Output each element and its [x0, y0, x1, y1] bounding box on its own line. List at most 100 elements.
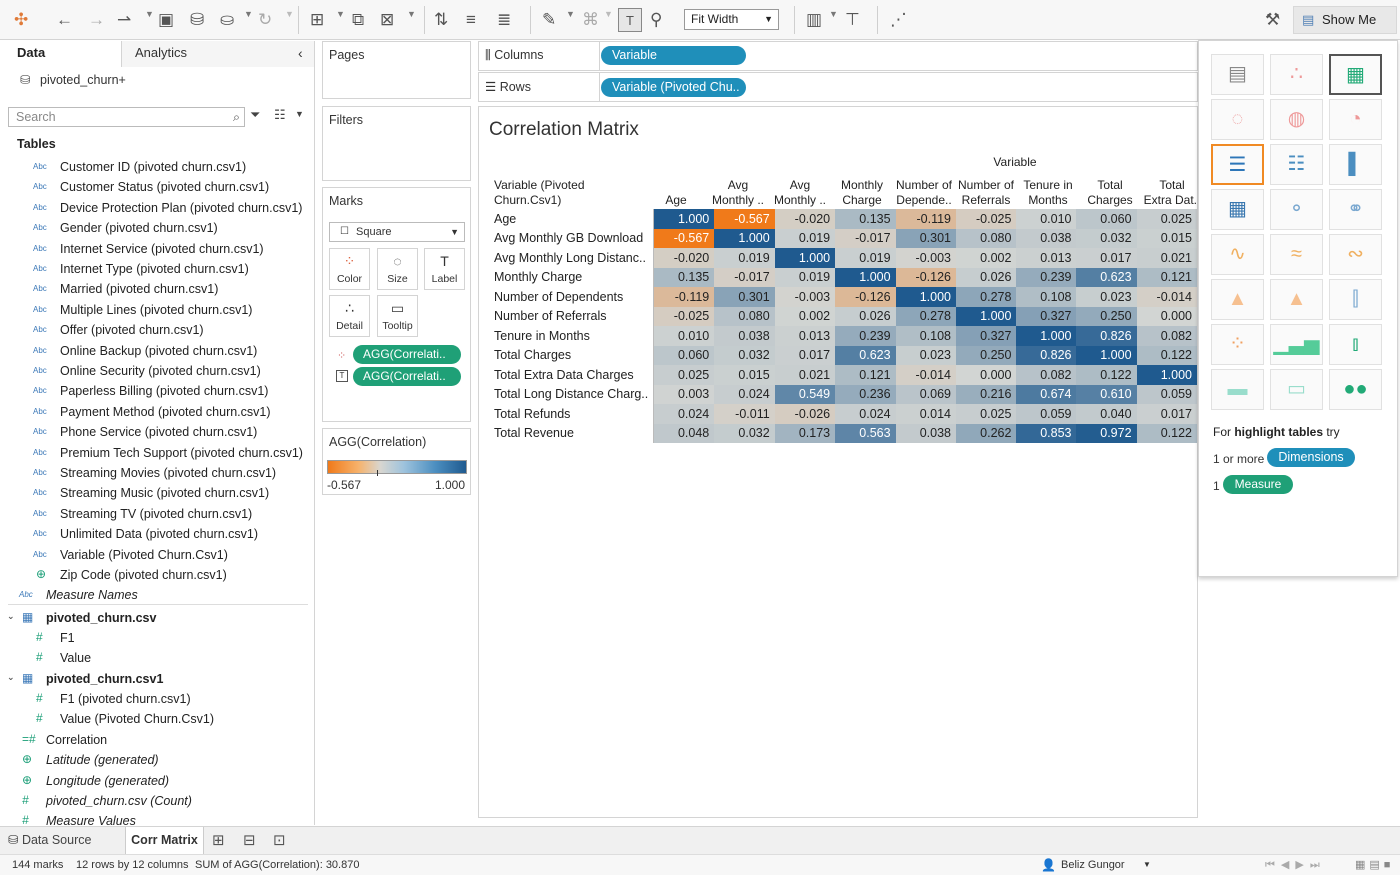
side-circles-icon[interactable]: ⚭ — [1329, 189, 1382, 230]
collapse-icon[interactable]: ‹ — [298, 41, 303, 67]
matrix-cell[interactable]: -0.020 — [653, 248, 715, 268]
detail-button[interactable]: ∴ Detail — [329, 295, 370, 337]
row-label[interactable]: Total Revenue — [487, 423, 655, 443]
matrix-cell[interactable]: 0.019 — [774, 267, 836, 287]
table-row[interactable]: Monthly Charge 0.135 -0.017 0.019 1.000 -0.12… — [487, 267, 1197, 287]
matrix-cell[interactable]: 0.108 — [1016, 287, 1077, 307]
scatter-icon[interactable]: ⁘ — [1211, 324, 1264, 365]
table-row[interactable]: Total Revenue 0.048 0.032 0.173 0.563 0.038 0.… — [487, 423, 1197, 443]
combo-icon[interactable]: ⫿ — [1329, 279, 1382, 320]
matrix-cell[interactable]: 1.000 — [653, 209, 715, 229]
show-me-button[interactable]: ▤ Show Me — [1293, 6, 1397, 34]
matrix-cell[interactable]: 0.002 — [774, 306, 836, 326]
sort-ascending-icon[interactable]: ≡ — [466, 8, 476, 32]
field-value[interactable]: # Value — [36, 650, 91, 665]
discrete-line-icon[interactable]: ∾ — [1329, 234, 1382, 275]
dropdown-icon[interactable]: ▼ — [244, 9, 253, 19]
matrix-cell[interactable]: 0.236 — [835, 384, 896, 404]
column-header[interactable]: Number of Referrals — [955, 178, 1017, 208]
matrix-cell[interactable]: 0.040 — [1076, 404, 1137, 424]
matrix-cell[interactable]: 1.000 — [1016, 326, 1077, 346]
color-legend[interactable]: AGG(Correlation) -0.567 1.000 — [322, 428, 471, 495]
pie-map-icon[interactable]: ◍ — [1270, 99, 1323, 140]
presentation-icon[interactable]: ⊤ — [845, 8, 860, 32]
field-item[interactable]: Abc Unlimited Data (pivoted churn.csv1) — [33, 527, 258, 541]
column-header[interactable]: Age — [645, 178, 707, 208]
matrix-cell[interactable]: -0.011 — [714, 404, 775, 424]
field-item[interactable]: Abc Paperless Billing (pivoted churn.csv1… — [33, 384, 268, 398]
dropdown-icon[interactable]: ▼ — [604, 9, 613, 19]
matrix-cell[interactable]: 0.080 — [714, 306, 775, 326]
matrix-cell[interactable]: 1.000 — [714, 228, 775, 248]
matrix-cell[interactable]: -0.119 — [653, 287, 715, 307]
view-options-icon[interactable]: ☷ — [274, 107, 286, 123]
row-label[interactable]: Number of Dependents — [487, 287, 655, 307]
new-dashboard-icon[interactable]: ⊟ — [243, 831, 256, 849]
column-header[interactable]: Avg Monthly .. — [769, 178, 831, 208]
tooltip-button[interactable]: ▭ Tooltip — [377, 295, 418, 337]
symbol-map-icon[interactable]: ∴ — [1270, 54, 1323, 95]
matrix-cell[interactable]: 0.017 — [1076, 248, 1137, 268]
matrix-cell[interactable]: 0.060 — [1076, 209, 1137, 229]
matrix-cell[interactable]: 0.826 — [1016, 345, 1077, 365]
field-measure-names[interactable]: Abc Measure Names — [19, 588, 138, 602]
matrix-cell[interactable]: 0.278 — [895, 306, 956, 326]
columns-pill[interactable]: Variable — [601, 46, 746, 65]
new-worksheet-icon[interactable]: ⊞ — [212, 831, 225, 849]
new-story-icon[interactable]: ⊡ — [273, 831, 286, 849]
vbar-icon[interactable]: ▌ — [1329, 144, 1382, 185]
matrix-cell[interactable]: -0.126 — [835, 287, 896, 307]
dropdown-icon[interactable]: ▼ — [145, 9, 154, 19]
row-label[interactable]: Age — [487, 209, 655, 229]
clear-sheet-icon[interactable]: ⊠ — [380, 8, 394, 32]
matrix-cell[interactable]: 0.024 — [714, 384, 775, 404]
field-item[interactable]: Abc Premium Tech Support (pivoted churn.c… — [33, 446, 303, 460]
columns-shelf[interactable]: ⫼ Columns Variable — [478, 41, 1198, 71]
matrix-cell[interactable]: 0.122 — [1076, 365, 1137, 385]
dropdown-icon[interactable]: ▼ — [829, 9, 838, 19]
matrix-cell[interactable]: -0.567 — [714, 209, 775, 229]
matrix-cell[interactable]: 0.059 — [1016, 404, 1077, 424]
matrix-cell[interactable]: -0.003 — [895, 248, 956, 268]
filter-icon[interactable]: ⏷ — [250, 107, 260, 123]
matrix-cell[interactable]: 0.250 — [956, 345, 1017, 365]
matrix-cell[interactable]: 0.262 — [956, 423, 1017, 443]
table-row[interactable]: Number of Dependents -0.119 0.301 -0.003 -0.… — [487, 287, 1197, 307]
dropdown-icon[interactable]: ▼ — [285, 9, 294, 19]
matrix-cell[interactable]: 0.610 — [1076, 384, 1137, 404]
stacked-hbar-icon[interactable]: ☷ — [1270, 144, 1323, 185]
matrix-cell[interactable]: 0.000 — [956, 365, 1017, 385]
table-row[interactable]: Total Charges 0.060 0.032 0.017 0.623 0.023 0.… — [487, 345, 1197, 365]
refresh-icon[interactable]: ↻ — [258, 8, 272, 32]
matrix-cell[interactable]: 0.003 — [653, 384, 715, 404]
dropdown-icon[interactable]: ▼ — [295, 109, 304, 119]
field-item[interactable]: Abc Streaming Music (pivoted churn.csv1) — [33, 486, 269, 500]
matrix-cell[interactable]: 0.010 — [1016, 209, 1077, 229]
matrix-cell[interactable]: 0.014 — [895, 404, 956, 424]
hbar-icon[interactable]: ☰ — [1211, 144, 1264, 185]
matrix-cell[interactable]: 0.017 — [774, 345, 836, 365]
matrix-cell[interactable]: 0.173 — [774, 423, 836, 443]
swap-icon[interactable]: ⇅ — [434, 8, 448, 32]
matrix-cell[interactable]: 0.549 — [774, 384, 836, 404]
dual-area-icon[interactable]: ▲ — [1270, 279, 1323, 320]
table-pivoted-churn1[interactable]: ⌄ ▦ pivoted_churn.csv1 — [7, 671, 163, 686]
gantt-icon[interactable]: ▬ — [1211, 369, 1264, 410]
chevron-down-icon[interactable]: ▼ — [1143, 860, 1151, 869]
field-item[interactable]: Abc Online Security (pivoted churn.csv1) — [33, 364, 261, 378]
sort-descending-icon[interactable]: ≣ — [497, 8, 511, 32]
matrix-cell[interactable]: 0.021 — [1136, 248, 1197, 268]
field-longitude[interactable]: ⊕ Longitude (generated) — [22, 773, 169, 788]
row-label[interactable]: Avg Monthly GB Download — [487, 228, 655, 248]
forward-icon[interactable]: → — [88, 8, 105, 32]
matrix-cell[interactable]: 0.853 — [1016, 423, 1077, 443]
highlight-icon[interactable]: ✎ — [542, 8, 556, 32]
bullet-icon[interactable]: ▭ — [1270, 369, 1323, 410]
matrix-cell[interactable]: -0.119 — [895, 209, 956, 229]
matrix-cell[interactable]: 0.023 — [895, 345, 956, 365]
save-icon[interactable]: ▣ — [158, 8, 174, 32]
field-item[interactable]: Abc Internet Type (pivoted churn.csv1) — [33, 262, 249, 276]
matrix-cell[interactable]: 0.026 — [956, 267, 1017, 287]
row-label[interactable]: Monthly Charge — [487, 267, 655, 287]
field-item[interactable]: Abc Offer (pivoted churn.csv1) — [33, 323, 204, 337]
